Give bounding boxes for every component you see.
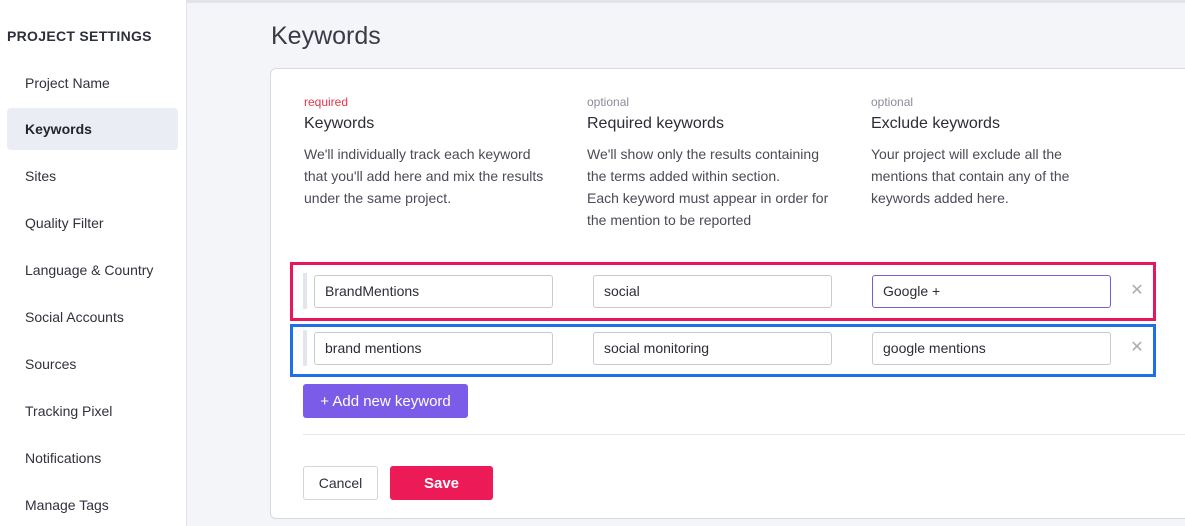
column-heading: Exclude keywords [871, 115, 1000, 132]
column-description: We'll show only the results containing t… [587, 146, 829, 228]
sidebar-item-language-country[interactable]: Language & Country [7, 249, 178, 291]
sidebar-item-manage-tags[interactable]: Manage Tags [7, 484, 178, 526]
column-heading: Required keywords [587, 115, 724, 132]
sidebar-item-sites[interactable]: Sites [7, 155, 178, 197]
required-tag: required [304, 95, 349, 109]
sidebar-item-project-name[interactable]: Project Name [7, 62, 178, 104]
column-heading: Keywords [304, 115, 375, 132]
keywords-column: required Keywords We'll individually tra… [304, 95, 564, 209]
page-title: Keywords [271, 22, 381, 50]
optional-tag: optional [871, 95, 914, 109]
sidebar-item-tracking-pixel[interactable]: Tracking Pixel [7, 390, 178, 432]
sidebar-item-keywords[interactable]: Keywords [7, 108, 178, 150]
column-description: Your project will exclude all the mentio… [871, 146, 1070, 206]
highlight-box-pink [290, 262, 1156, 321]
sidebar-item-quality-filter[interactable]: Quality Filter [7, 202, 178, 244]
save-button[interactable]: Save [390, 466, 493, 500]
cancel-button[interactable]: Cancel [303, 466, 378, 500]
column-description: We'll individually track each keyword th… [304, 146, 544, 206]
required-keywords-column: optional Required keywords We'll show on… [587, 95, 847, 231]
settings-sidebar: PROJECT SETTINGS Project Name Keywords S… [0, 0, 187, 526]
sidebar-item-sources[interactable]: Sources [7, 343, 178, 385]
highlight-box-blue [290, 324, 1156, 377]
divider [303, 434, 1185, 435]
optional-tag: optional [587, 95, 630, 109]
add-new-keyword-button[interactable]: + Add new keyword [303, 384, 468, 418]
sidebar-item-notifications[interactable]: Notifications [7, 437, 178, 479]
sidebar-title: PROJECT SETTINGS [7, 28, 152, 44]
exclude-keywords-column: optional Exclude keywords Your project w… [871, 95, 1131, 209]
sidebar-item-social-accounts[interactable]: Social Accounts [7, 296, 178, 338]
